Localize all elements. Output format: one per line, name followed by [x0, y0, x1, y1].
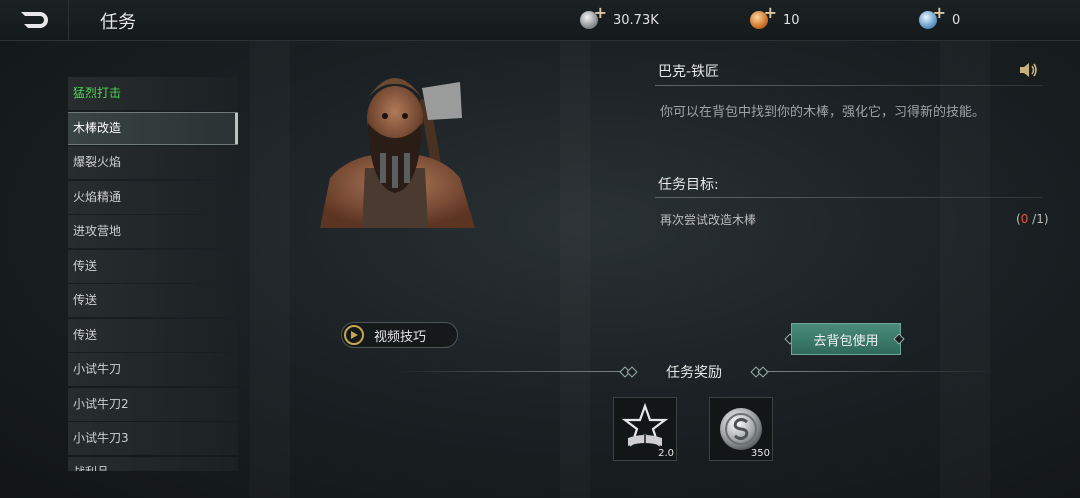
quest-item[interactable]: 传送: [68, 249, 238, 283]
quest-item[interactable]: 战利品: [68, 456, 238, 471]
diamond-ornament: [626, 366, 638, 378]
add-gold-icon[interactable]: +: [764, 3, 777, 22]
quest-list[interactable]: 猛烈打击 木棒改造 爆裂火焰 火焰精通 进攻营地 传送 传送 传送 小试牛刀 小…: [68, 77, 238, 471]
silver-coin-icon: +: [580, 3, 607, 29]
video-tips-button[interactable]: 视频技巧: [341, 322, 458, 348]
quest-item[interactable]: 传送: [68, 318, 238, 352]
objective-text: 再次尝试改造木棒: [660, 213, 757, 227]
objective-title: 任务目标:: [658, 177, 719, 193]
reward-item-silver[interactable]: 350: [709, 397, 773, 461]
back-button[interactable]: [0, 0, 69, 40]
play-icon: [344, 325, 364, 345]
quest-item[interactable]: 小试牛刀: [68, 353, 238, 386]
divider: [655, 197, 1043, 198]
gold-amount: 10: [783, 12, 800, 28]
page-title: 任务: [100, 12, 136, 33]
reward-title: 任务奖励: [666, 365, 722, 381]
quest-item[interactable]: 小试牛刀2: [68, 387, 238, 421]
npc-portrait: [320, 78, 475, 228]
gem-amount: 0: [952, 12, 961, 28]
top-bar: 任务 + 30.73K + 10 + 0: [0, 0, 1080, 41]
npc-name: 巴克-铁匠: [658, 64, 720, 80]
quest-item[interactable]: 进攻营地: [68, 215, 238, 248]
add-silver-icon[interactable]: +: [594, 3, 607, 22]
diamond-ornament: [757, 366, 769, 378]
reward-divider-left: [395, 371, 625, 372]
quest-item[interactable]: 火焰精通: [68, 180, 238, 214]
gem-icon: +: [919, 3, 946, 29]
quest-item-selected[interactable]: 木棒改造: [68, 111, 238, 145]
reward-count: 2.0: [658, 448, 674, 459]
divider: [655, 85, 1043, 86]
background-tree: [250, 40, 290, 498]
video-tips-label: 视频技巧: [374, 329, 427, 345]
silver-amount: 30.73K: [613, 12, 659, 28]
quest-item[interactable]: 爆裂火焰: [68, 146, 238, 179]
currency-gold[interactable]: + 10: [750, 3, 800, 31]
quest-item[interactable]: 小试牛刀3: [68, 422, 238, 455]
reward-divider-right: [766, 371, 996, 372]
npc-description: 你可以在背包中找到你的木棒，强化它，习得新的技能。: [660, 105, 986, 120]
add-gem-icon[interactable]: +: [933, 3, 946, 22]
reward-count: 350: [750, 448, 770, 459]
currency-silver[interactable]: + 30.73K: [580, 3, 659, 31]
quest-item[interactable]: 传送: [68, 284, 238, 317]
currency-gem[interactable]: + 0: [919, 3, 961, 31]
progress-current: 0: [1020, 212, 1029, 226]
reward-item-skill-book[interactable]: 2.0: [613, 397, 677, 461]
speaker-icon[interactable]: [1018, 60, 1040, 80]
background-tree: [560, 40, 590, 498]
gold-coin-icon: +: [750, 3, 777, 29]
use-in-bag-button[interactable]: 去背包使用: [791, 323, 901, 355]
quest-item[interactable]: 猛烈打击: [68, 77, 238, 110]
progress-total: /1): [1032, 212, 1049, 226]
objective-progress: (0 /1): [1016, 212, 1049, 226]
back-arrow-icon: [21, 12, 48, 28]
